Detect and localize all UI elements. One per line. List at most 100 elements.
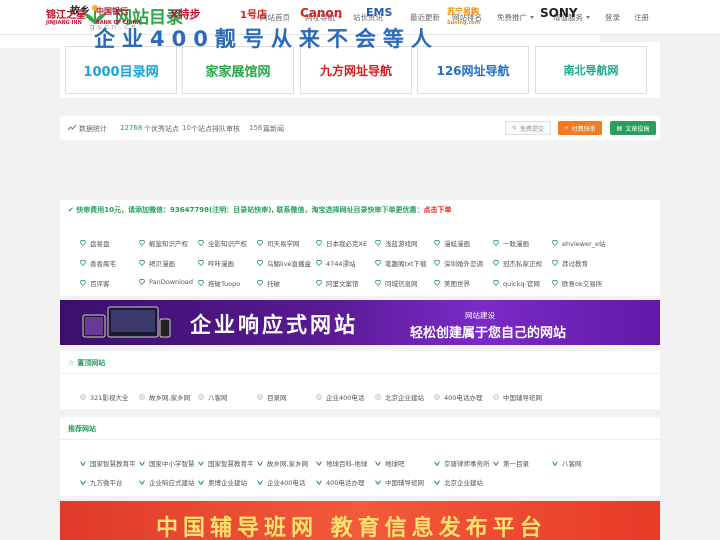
site-link[interactable]: 一耽漫画 [493,238,548,248]
site-link-label: 京唐律师事务所 [444,460,489,468]
promo-banner[interactable]: 企业响应式网站 网站建设 轻松创建属于您自己的网站 [60,300,660,345]
partner-banner-5[interactable]: 南北导航网 [535,46,647,94]
site-link[interactable]: 百评客 [80,278,135,288]
diamond-icon [316,260,322,266]
promo-subtext: 轻松创建属于您自己的网站 [410,326,567,341]
paid-review-button[interactable]: ⚡ 付费快审 [558,121,602,135]
site-link[interactable]: 漫蛙漫画 [434,238,489,248]
bottom-ad-banner[interactable]: 中国辅导班网 教育信息发布平台 [60,501,660,540]
site-link[interactable]: 靓鉴知识产权 [139,238,194,248]
site-link[interactable]: 司天易学网 [257,238,312,248]
diamond-icon [257,260,263,266]
partner-banner-4[interactable]: 126网址导航 [417,46,529,94]
partner-banner-text: 家家展馆网 [205,64,271,80]
diamond-icon [375,240,381,246]
site-link[interactable]: 托破 [257,278,312,288]
nav-item-4[interactable]: 最近更新 [410,12,440,23]
site-link-label: 地球吧 [385,460,405,468]
site-link[interactable]: 中国辅导班网 [375,477,430,487]
diamond-icon [493,240,499,246]
diamond-icon [316,240,322,246]
site-link[interactable]: 京唐律师事务所 [434,458,489,468]
site-link[interactable]: 日本我必克XE [316,238,371,248]
site-link[interactable]: 321影视大全 [80,392,135,402]
partner-banner-3[interactable]: 九方网址导航 [300,46,412,94]
site-link[interactable]: 欧意ok交易所 [552,278,607,288]
site-link[interactable]: 故乡网,家乡网 [257,458,312,468]
leaf-icon [198,479,204,485]
site-link-label: 中国辅导班网 [385,479,424,487]
site-link-label: 北京企业建站 [385,394,424,402]
site-link[interactable]: 八客网 [198,392,253,402]
site-link[interactable]: 北京企业建站 [434,477,489,487]
stats-pending-text: 个站点排队审核 [191,125,240,133]
nav-label: 登录 [605,13,620,22]
site-link[interactable]: 香香腐宅 [80,258,135,268]
site-link[interactable]: 笔趣阁txt下载 [375,258,430,268]
free-submit-label: 免费提交 [520,125,545,133]
site-link[interactable]: 北京企业建站 [375,392,430,402]
site-link[interactable]: 中国辅导班网 [493,392,548,402]
site-link[interactable]: quickq-官网 [493,278,548,288]
site-link[interactable]: 阿里文案馆 [316,278,371,288]
site-link-label: 八客网 [208,394,228,402]
nav-item-6[interactable]: 免费推广 [497,12,534,23]
site-link[interactable]: 美图世界 [434,278,489,288]
pinned-heading: ☆ 置顶网站 [68,358,105,368]
site-link[interactable]: 国家智慧教育平 [198,458,253,468]
site-link[interactable]: 哔咔漫画 [198,258,253,268]
site-link-label: 国家中小学智慧 [149,460,194,468]
partner-banner-2[interactable]: 家家展馆网 [182,46,294,94]
site-link[interactable]: 同城信息网 [375,278,430,288]
pinned-title: 置顶网站 [77,359,106,367]
site-link[interactable]: 第一目录 [493,458,548,468]
recommended-title: 推荐网站 [68,425,96,433]
site-link[interactable]: 乌鲳live直播盒 [257,258,312,268]
site-favicon-icon [257,394,263,400]
leaf-icon [80,479,86,485]
site-link-label: 司天易学网 [267,240,300,248]
site-link[interactable]: 地球百科-地球 [316,458,371,468]
diamond-icon [257,240,263,246]
site-link[interactable]: 国家智慧教育平 [80,458,135,468]
site-link[interactable]: 深圳婚外恋调 [434,258,489,268]
nav-item-9[interactable]: 注册 [634,12,649,23]
site-link[interactable]: 冠杰私家正规 [493,258,548,268]
site-link[interactable]: 地球吧 [375,458,430,468]
site-link[interactable]: 全影知识产权 [198,238,253,248]
site-link[interactable]: 浅蓝游戏网 [375,238,430,248]
article-submit-button[interactable]: ▤ 文章投稿 [610,121,656,135]
diamond-icon [198,240,204,246]
document-icon: ▤ [616,124,623,132]
site-link[interactable]: 企业400电话 [316,392,371,402]
site-link[interactable]: 400电话办理 [434,392,489,402]
leaf-icon [198,460,204,466]
free-submit-button[interactable]: ✎ 免费提交 [505,121,551,135]
site-link[interactable]: 目录网 [257,392,312,402]
nav-item-8[interactable]: 登录 [605,12,620,23]
site-link[interactable]: 盘易盘 [80,238,135,248]
site-link[interactable]: 企业400电话 [257,477,312,487]
site-link[interactable]: PanDownload [139,278,194,286]
partner-banner-1[interactable]: 1000目录网 [65,46,177,94]
site-link[interactable]: 400电话办理 [316,477,371,487]
order-link[interactable]: 点击下单 [424,206,452,214]
site-link[interactable]: 企业响应式建站 [139,477,194,487]
site-link[interactable]: 国家中小学智慧 [139,458,194,468]
site-link[interactable]: 奥博企业建站 [198,477,253,487]
chart-icon [68,124,76,131]
brand-subtitle-7: Suning.com [447,20,481,26]
site-link[interactable]: 莽过教育 [552,258,607,268]
diamond-icon [80,260,86,266]
site-link[interactable]: 九方微平台 [80,477,135,487]
site-link[interactable]: 拷贝漫画 [139,258,194,268]
site-link[interactable]: 4744漂站 [316,258,371,268]
ad-slogan: 企业400靓号从来不会等人 [94,27,439,51]
site-link-label: 故乡网,家乡网 [149,394,191,402]
site-link[interactable]: ehviewer_e站 [552,238,607,248]
site-link-label: 4744漂站 [326,260,356,268]
site-link[interactable]: 故乡网,家乡网 [139,392,194,402]
site-link[interactable]: 拖破Tuopo [198,278,253,288]
site-link-label: 日本我必克XE [326,240,368,248]
site-link[interactable]: 八客网 [552,458,607,468]
